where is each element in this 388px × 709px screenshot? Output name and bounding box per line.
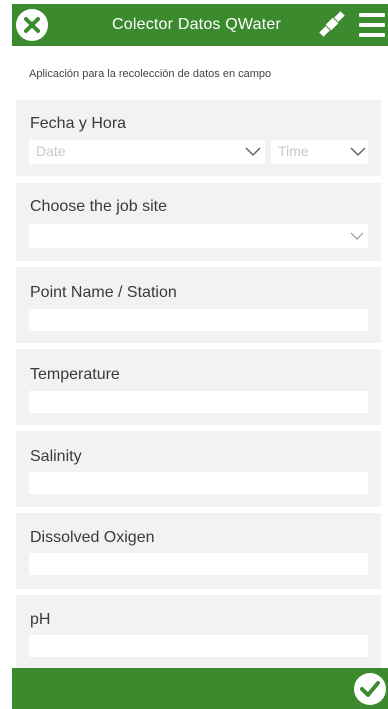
job-site-select[interactable] (29, 224, 368, 248)
close-icon (24, 17, 40, 33)
chevron-down-icon (350, 147, 366, 157)
time-select[interactable]: Time (271, 140, 368, 164)
app-title: Colector Datos QWater (112, 16, 281, 33)
ph-input[interactable] (29, 635, 368, 657)
point-name-card: Point Name / Station (16, 267, 381, 343)
salinity-label: Salinity (30, 448, 82, 465)
point-name-input[interactable] (29, 309, 368, 331)
ph-label: pH (30, 611, 51, 628)
salinity-card: Salinity (16, 431, 381, 507)
checkmark-icon (360, 681, 380, 697)
satellite-icon[interactable] (317, 8, 347, 40)
ph-card: pH (16, 595, 381, 668)
datetime-label: Fecha y Hora (30, 115, 127, 132)
bottom-action-bar (12, 668, 388, 709)
dissolved-oxygen-card: Dissolved Oxigen (16, 513, 381, 589)
temperature-label: Temperature (30, 366, 120, 383)
job-site-label: Choose the job site (30, 198, 167, 215)
point-name-label: Point Name / Station (30, 284, 177, 301)
menu-button[interactable] (359, 13, 385, 37)
salinity-input[interactable] (29, 472, 368, 494)
top-app-bar: Colector Datos QWater (12, 4, 388, 46)
temperature-card: Temperature (16, 349, 381, 425)
close-button[interactable] (16, 9, 48, 41)
chevron-down-icon (350, 232, 364, 240)
dissolved-oxygen-label: Dissolved Oxigen (30, 529, 155, 546)
submit-button[interactable] (354, 673, 386, 705)
dissolved-oxygen-input[interactable] (29, 553, 368, 575)
menu-bar-icon (359, 13, 385, 17)
temperature-input[interactable] (29, 391, 368, 413)
date-select[interactable]: Date (29, 140, 265, 164)
menu-bar-icon (359, 33, 385, 37)
time-placeholder: Time (278, 143, 309, 159)
datetime-card: Fecha y Hora Date Time (16, 100, 381, 176)
app-subtitle: Aplicación para la recolección de datos … (29, 68, 272, 80)
job-site-card: Choose the job site (16, 183, 381, 261)
chevron-down-icon (245, 147, 261, 157)
menu-bar-icon (359, 23, 385, 27)
date-placeholder: Date (36, 143, 66, 159)
